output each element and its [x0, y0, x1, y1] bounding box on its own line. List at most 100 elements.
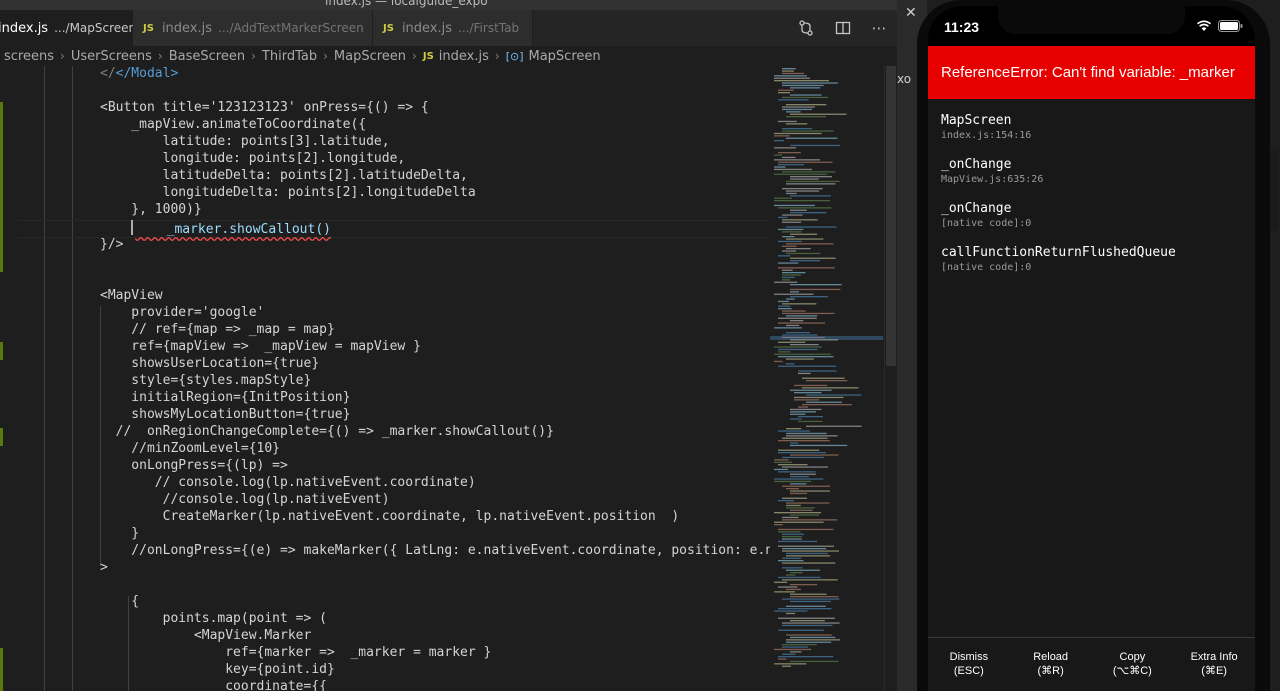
symbol-icon: [⊙]: [505, 49, 524, 63]
stack-frame-location: [native code]:0: [941, 218, 1032, 229]
dismiss-shortcut: (ESC): [953, 665, 984, 677]
reload-button[interactable]: Reload (⌘R): [1010, 638, 1092, 691]
code-line: <MapView: [100, 288, 163, 303]
breadcrumb-item[interactable]: index.js: [439, 49, 489, 64]
js-file-icon: JS: [383, 22, 394, 34]
chevron-right-icon: ›: [494, 49, 500, 63]
stack-frame-location: index.js:154:16: [941, 130, 1032, 141]
stack-frame-function: _onChange: [941, 201, 1012, 216]
code-line: longitude: points[2].longitude,: [100, 151, 406, 166]
breadcrumb-item[interactable]: MapScreen: [334, 49, 406, 64]
chevron-right-icon: ›: [412, 49, 417, 63]
code-line: >: [100, 560, 108, 575]
code-line: // console.log(lp.nativeEvent.coordinate…: [100, 475, 476, 490]
gutter-change-marker: [0, 648, 3, 691]
code-line: }/>: [100, 237, 124, 252]
simulator-screen: 11:23 ReferenceError: Can't find variabl…: [928, 6, 1255, 691]
error-squiggle: _marker.showCallout(): [135, 222, 331, 237]
code-line: // ref={map => _map = map}: [100, 322, 335, 337]
code-line: ref={mapView => _mapView = mapView }: [100, 339, 421, 354]
code-line: //onLongPress={(e) => makeMarker({ LatLn…: [131, 543, 770, 558]
stack-frame[interactable]: _onChange [native code]:0: [941, 201, 1031, 229]
gutter-change-marker: [0, 428, 3, 446]
code-line: coordinate={{: [100, 679, 327, 691]
stack-frame[interactable]: callFunctionReturnFlushedQueue [native c…: [941, 245, 1176, 273]
tab-path: .../AddTextMarkerScreen: [218, 21, 364, 35]
vertical-scrollbar[interactable]: [884, 66, 897, 691]
js-file-icon: JS: [143, 22, 154, 34]
breadcrumb-item[interactable]: screens: [4, 49, 54, 64]
redbox-actions: Dismiss (ESC) Reload (⌘R) Copy (⌥⌘C) Ext…: [928, 637, 1255, 691]
split-editor-icon[interactable]: [835, 20, 851, 36]
code-line: style={styles.mapStyle}: [100, 373, 312, 388]
dismiss-label: Dismiss: [949, 651, 989, 663]
dismiss-button[interactable]: Dismiss (ESC): [928, 638, 1010, 691]
code-line: }: [100, 526, 140, 541]
stack-frame-function: callFunctionReturnFlushedQueue: [941, 245, 1176, 260]
copy-button[interactable]: Copy (⌥⌘C): [1092, 638, 1174, 691]
tab-mapscreen-index[interactable]: index.js .../MapScreen: [0, 10, 137, 46]
breadcrumb-item[interactable]: BaseScreen: [169, 49, 245, 64]
code-line: showsUserLocation={true}: [100, 356, 320, 371]
code-area[interactable]: </</Modal> <Button title='123123123' onP…: [0, 66, 770, 691]
breadcrumb-item[interactable]: MapScreen: [529, 49, 601, 64]
tab-name: index.js: [401, 20, 453, 36]
close-icon[interactable]: ✕: [905, 5, 917, 21]
clock: 11:23: [944, 19, 980, 35]
source-control-icon[interactable]: [798, 20, 814, 36]
window-fragment-text: xo: [897, 72, 912, 86]
notch: [998, 6, 1185, 34]
code-line: {: [100, 594, 140, 609]
tab-bar: index.js .../MapScreen JS index.js .../A…: [0, 10, 897, 46]
chevron-right-icon: ›: [251, 49, 256, 63]
more-icon[interactable]: ⋯: [872, 19, 887, 37]
tab-path: .../FirstTab: [458, 21, 520, 35]
stack-frame-location: MapView.js:635:26: [941, 174, 1044, 185]
side-button[interactable]: [1270, 150, 1278, 230]
code-line: points.map(point => (: [100, 611, 327, 626]
tab-firsttab-index[interactable]: JS index.js .../FirstTab: [373, 10, 533, 46]
code-line: }, 1000)}: [100, 202, 202, 217]
code-line: key={point.id}: [100, 662, 335, 677]
editor-actions: ⋯: [787, 10, 897, 46]
status-bar: 11:23: [928, 6, 1255, 46]
code-editor-window: index.js — localguide_expo index.js .../…: [0, 0, 897, 691]
code-line: <Button title='123123123' onPress={() =>…: [100, 100, 429, 115]
chevron-right-icon: ›: [323, 49, 328, 63]
code-line: //console.log(lp.nativeEvent): [100, 492, 390, 507]
stack-frame-location: [native code]:0: [941, 262, 1032, 273]
stack-frame-function: MapScreen: [941, 113, 1012, 128]
copy-shortcut: (⌥⌘C): [1112, 665, 1152, 677]
stack-frame[interactable]: _onChange MapView.js:635:26: [941, 157, 1043, 185]
minimap-preview: [770, 68, 883, 667]
stack-frame-function: _onChange: [941, 157, 1012, 172]
code-line-current: _marker.showCallout(): [100, 220, 331, 237]
gutter-change-marker: [0, 102, 3, 272]
chevron-right-icon: ›: [60, 49, 65, 63]
breadcrumb-item[interactable]: UserScreens: [71, 49, 152, 64]
code-line: //minZoomLevel={10}: [100, 441, 281, 456]
extra-info-label: Extra Info: [1190, 651, 1238, 663]
tab-addtextmarker-index[interactable]: JS index.js .../AddTextMarkerScreen: [133, 10, 373, 46]
code-line: // onRegionChangeComplete={() => _marker…: [100, 424, 554, 439]
extra-info-button[interactable]: Extra Info (⌘E): [1173, 638, 1255, 691]
status-icons: [1196, 20, 1243, 32]
tab-name: index.js: [0, 20, 49, 36]
breadcrumb-item[interactable]: ThirdTab: [262, 49, 317, 64]
minimap[interactable]: [770, 66, 885, 691]
wifi-icon: [1197, 20, 1211, 31]
breadcrumb: screens › UserScreens › BaseScreen › Thi…: [0, 46, 897, 66]
js-file-icon: JS: [422, 50, 434, 62]
code-line: </</Modal>: [100, 66, 179, 81]
chevron-right-icon: ›: [157, 49, 163, 63]
title-bar: index.js — localguide_expo: [0, 0, 897, 10]
code-line: CreateMarker(lp.nativeEvent.coordinate, …: [100, 509, 680, 524]
tab-path: .../MapScreen: [54, 21, 137, 35]
code-line: <MapView.Marker: [100, 628, 312, 643]
scrollbar-thumb[interactable]: [886, 66, 896, 366]
code-line: showsMyLocationButton={true}: [100, 407, 351, 422]
code-line: initialRegion={InitPosition}: [100, 390, 351, 405]
code-line: provider='google': [100, 305, 265, 320]
stack-frame[interactable]: MapScreen index.js:154:16: [941, 113, 1031, 141]
text-cursor: [131, 220, 134, 235]
